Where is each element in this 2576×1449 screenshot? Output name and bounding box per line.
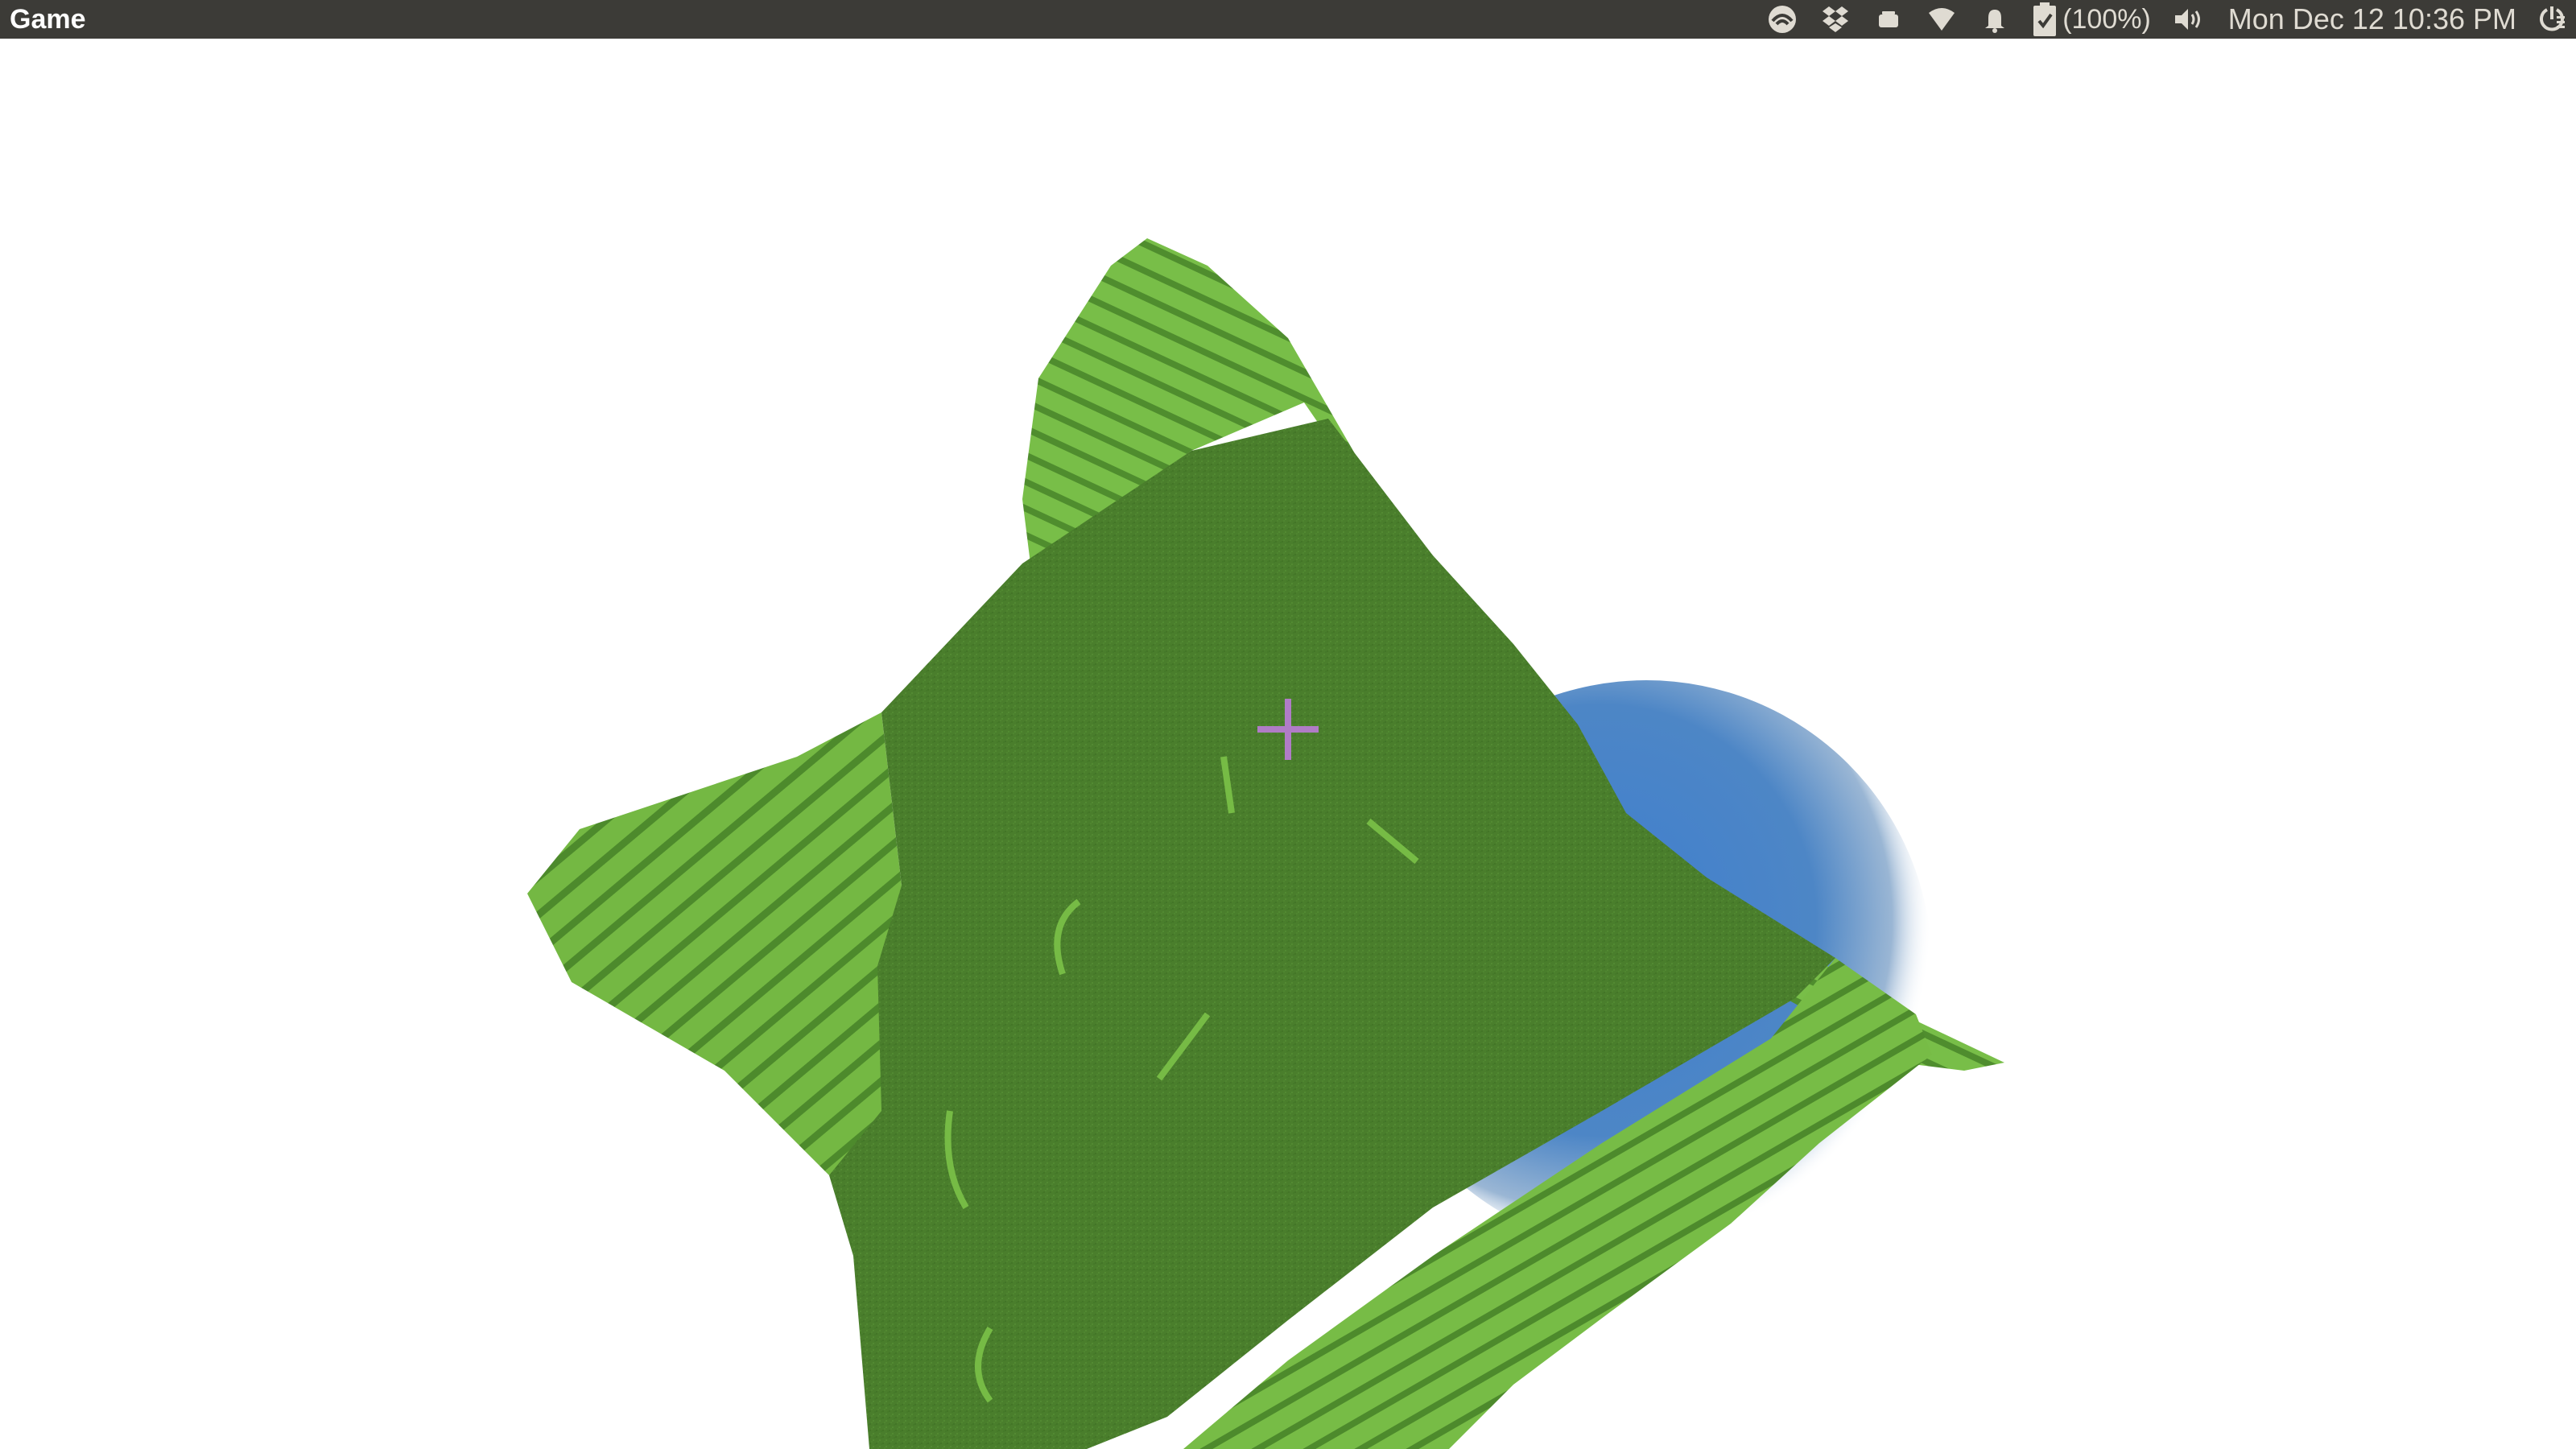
session-power-icon[interactable] [2537, 0, 2566, 39]
app-title: Game [10, 3, 86, 35]
battery-percentage: (100%) [2062, 3, 2151, 35]
wifi-icon[interactable] [1926, 0, 1958, 39]
battery-indicator[interactable]: (100%) [2032, 0, 2151, 39]
battery-icon [2033, 2, 2057, 36]
keyboard-icon[interactable] [1872, 0, 1905, 39]
indicator-area: (100%) Mon Dec 12 10:36 PM [1766, 0, 2566, 39]
clock[interactable]: Mon Dec 12 10:36 PM [2228, 0, 2516, 39]
terrain-plateau-top [829, 419, 1835, 1449]
volume-icon[interactable] [2172, 0, 2207, 39]
crosshair-vertical [1285, 699, 1291, 760]
crosshair [1257, 699, 1319, 760]
game-viewport[interactable] [0, 39, 2576, 1449]
dropbox-icon[interactable] [1819, 0, 1852, 39]
terrain-left-arm [527, 712, 902, 1175]
notification-bell-icon[interactable] [1979, 0, 2011, 39]
top-panel: Game (100%) Mon Dec 12 10:36 PM [0, 0, 2576, 39]
wifi-cloud-icon[interactable] [1766, 0, 1798, 39]
